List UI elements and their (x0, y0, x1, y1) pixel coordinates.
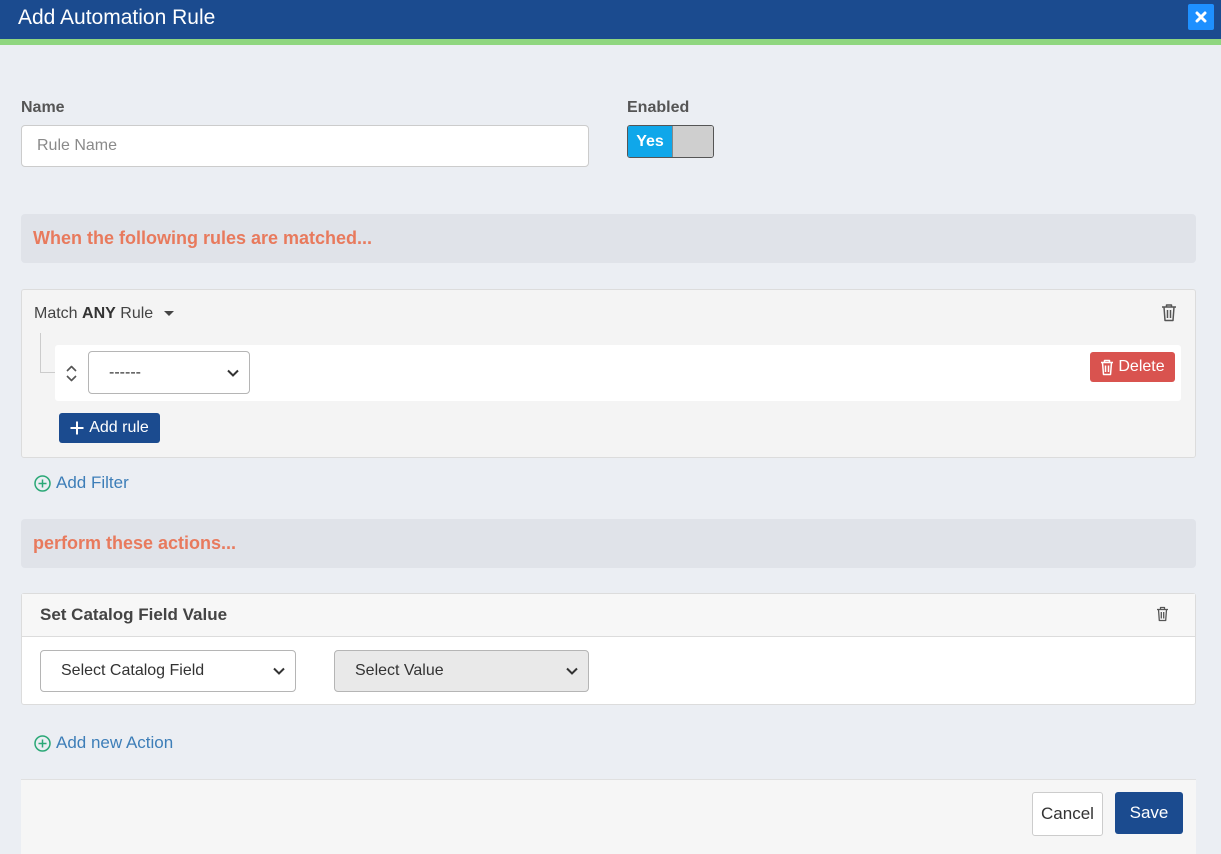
chevron-down-icon (566, 667, 578, 675)
match-mode-dropdown[interactable]: Match ANY Rule (34, 305, 174, 323)
sort-handle-icon[interactable] (66, 365, 77, 382)
action-title: Set Catalog Field Value (40, 605, 228, 624)
conditions-section-header: When the following rules are matched... (21, 214, 1196, 263)
rule-field-select-value: ------ (109, 363, 141, 381)
add-rule-label: Add rule (89, 419, 149, 436)
delete-group-icon[interactable] (1161, 303, 1177, 322)
plus-icon (70, 421, 84, 435)
match-prefix: Match (34, 305, 78, 322)
chevron-down-icon (227, 369, 239, 377)
delete-action-icon[interactable] (1156, 606, 1169, 622)
tree-connector (40, 333, 55, 373)
add-action-label: Add new Action (56, 733, 174, 752)
accent-strip (0, 39, 1221, 45)
add-circle-icon (34, 474, 51, 492)
rule-field-select[interactable]: ------ (88, 351, 250, 394)
catalog-field-select[interactable]: Select Catalog Field (40, 650, 296, 692)
add-circle-icon (34, 734, 51, 752)
caret-down-icon (163, 311, 174, 317)
add-filter-link[interactable]: Add Filter (34, 473, 129, 493)
add-filter-label: Add Filter (56, 473, 129, 492)
enabled-toggle[interactable]: Yes (627, 125, 714, 158)
value-select[interactable]: Select Value (334, 650, 589, 692)
delete-rule-label: Delete (1118, 358, 1165, 375)
dialog-title-bar: Add Automation Rule (0, 0, 1221, 39)
catalog-field-select-value: Select Catalog Field (61, 662, 205, 679)
chevron-down-icon (273, 667, 285, 675)
trash-icon (1101, 359, 1114, 375)
toggle-knob (672, 126, 713, 157)
actions-header-text: perform these actions... (33, 533, 237, 553)
dialog-title: Add Automation Rule (18, 6, 216, 29)
add-rule-button[interactable]: Add rule (59, 413, 160, 443)
dialog-footer (21, 779, 1196, 854)
actions-section-header: perform these actions... (21, 519, 1196, 568)
match-mode: ANY (82, 305, 116, 322)
save-button[interactable]: Save (1115, 792, 1183, 834)
conditions-header-text: When the following rules are matched... (33, 228, 373, 248)
match-suffix: Rule (120, 305, 154, 322)
rule-name-input[interactable] (21, 125, 589, 167)
cancel-button[interactable]: Cancel (1032, 792, 1103, 836)
value-select-value: Select Value (355, 662, 444, 679)
toggle-on-label: Yes (628, 126, 672, 157)
name-label: Name (21, 99, 65, 116)
close-icon (1195, 11, 1207, 23)
close-button[interactable] (1188, 4, 1214, 30)
enabled-label: Enabled (627, 99, 690, 116)
action-panel-header: Set Catalog Field Value (22, 594, 1195, 637)
delete-rule-button[interactable]: Delete (1090, 352, 1175, 382)
add-action-link[interactable]: Add new Action (34, 733, 173, 753)
